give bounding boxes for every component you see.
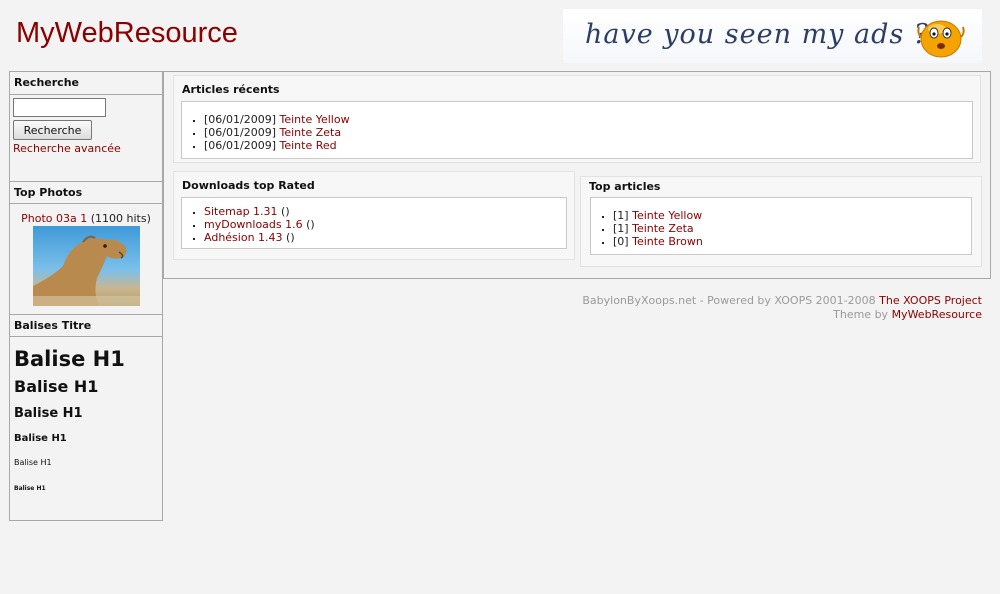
advanced-search-link[interactable]: Recherche avancée [13,142,159,155]
theme-link[interactable]: MyWebResource [892,308,982,321]
photo-hits: (1100 hits) [90,212,151,225]
recent-articles-box: [06/01/2009] Teinte Yellow [06/01/2009] … [181,101,973,159]
list-item: myDownloads 1.6 () [204,218,566,231]
footer-theme-text: Theme by [833,308,892,321]
recent-articles-list: [06/01/2009] Teinte Yellow [06/01/2009] … [182,113,972,152]
search-block: Recherche Recherche avancée [10,95,162,181]
download-link[interactable]: Sitemap 1.31 [204,205,278,218]
downloads-block: Downloads top Rated Sitemap 1.31 () myDo… [173,171,575,260]
article-link[interactable]: Teinte Brown [632,235,703,248]
article-date: [06/01/2009] [204,126,276,139]
recent-articles-block: Articles récents [06/01/2009] Teinte Yel… [173,75,981,163]
camel-image [32,235,140,306]
article-count: [1] [613,222,629,235]
top-articles-title: Top articles [589,180,661,193]
downloads-list: Sitemap 1.31 () myDownloads 1.6 () Adhés… [182,205,566,244]
download-link[interactable]: myDownloads 1.6 [204,218,303,231]
search-block-title: Recherche [10,72,162,95]
article-link[interactable]: Teinte Yellow [279,113,349,126]
photo-link[interactable]: Photo 03a 1 [21,212,87,225]
list-item: [1] Teinte Zeta [613,222,971,235]
top-photos-title: Top Photos [10,181,162,204]
article-link[interactable]: Teinte Zeta [279,126,341,139]
list-item: [06/01/2009] Teinte Zeta [204,126,972,139]
top-photos-block: Photo 03a 1 (1100 hits) [10,204,162,314]
smiley-icon [917,20,965,58]
downloads-title: Downloads top Rated [182,179,315,192]
footer: BabylonByXoops.net - Powered by XOOPS 20… [582,294,982,322]
footer-powered-line: BabylonByXoops.net - Powered by XOOPS 20… [582,294,982,308]
heading-h5: Balise H1 [14,458,52,467]
article-link[interactable]: Teinte Yellow [632,209,702,222]
footer-theme-line: Theme by MyWebResource [582,308,982,322]
headings-block: Balise H1 Balise H1 Balise H1 Balise H1 … [10,337,162,492]
article-date: [06/01/2009] [204,113,276,126]
ad-text: have you seen my ads ? [585,19,930,50]
search-input[interactable] [13,98,106,117]
top-articles-box: [1] Teinte Yellow [1] Teinte Zeta [0] Te… [590,197,972,255]
download-link[interactable]: Adhésion 1.43 [204,231,283,244]
top-articles-list: [1] Teinte Yellow [1] Teinte Zeta [0] Te… [591,209,971,248]
ad-banner[interactable]: have you seen my ads ? [563,9,982,63]
article-date: [06/01/2009] [204,139,276,152]
left-sidebar: Recherche Recherche Recherche avancée To… [9,71,163,521]
list-item: Sitemap 1.31 () [204,205,566,218]
list-item: [0] Teinte Brown [613,235,971,248]
photo-caption: Photo 03a 1 (1100 hits) [10,212,162,225]
download-rating: () [302,218,315,231]
list-item: Adhésion 1.43 () [204,231,566,244]
heading-h6: Balise H1 [14,485,46,492]
heading-h1: Balise H1 [14,347,125,371]
download-rating: () [277,205,290,218]
list-item: [1] Teinte Yellow [613,209,971,222]
heading-h3: Balise H1 [14,406,83,421]
top-articles-block: Top articles [1] Teinte Yellow [1] Teint… [580,176,982,267]
search-button[interactable]: Recherche [13,120,92,140]
headings-block-title: Balises Titre [10,314,162,337]
footer-powered-text: BabylonByXoops.net - Powered by XOOPS 20… [582,294,880,307]
download-rating: () [282,231,295,244]
article-link[interactable]: Teinte Zeta [632,222,694,235]
downloads-box: Sitemap 1.31 () myDownloads 1.6 () Adhés… [181,197,567,249]
heading-h2: Balise H1 [14,377,99,396]
list-item: [06/01/2009] Teinte Yellow [204,113,972,126]
article-count: [1] [613,209,629,222]
article-count: [0] [613,235,629,248]
recent-articles-title: Articles récents [182,83,280,96]
heading-h4: Balise H1 [14,433,67,444]
article-link[interactable]: Teinte Red [279,139,336,152]
camel-photo[interactable] [32,226,140,306]
site-title[interactable]: MyWebResource [16,17,238,50]
center-content: Articles récents [06/01/2009] Teinte Yel… [163,71,991,279]
list-item: [06/01/2009] Teinte Red [204,139,972,152]
xoops-project-link[interactable]: The XOOPS Project [879,294,982,307]
